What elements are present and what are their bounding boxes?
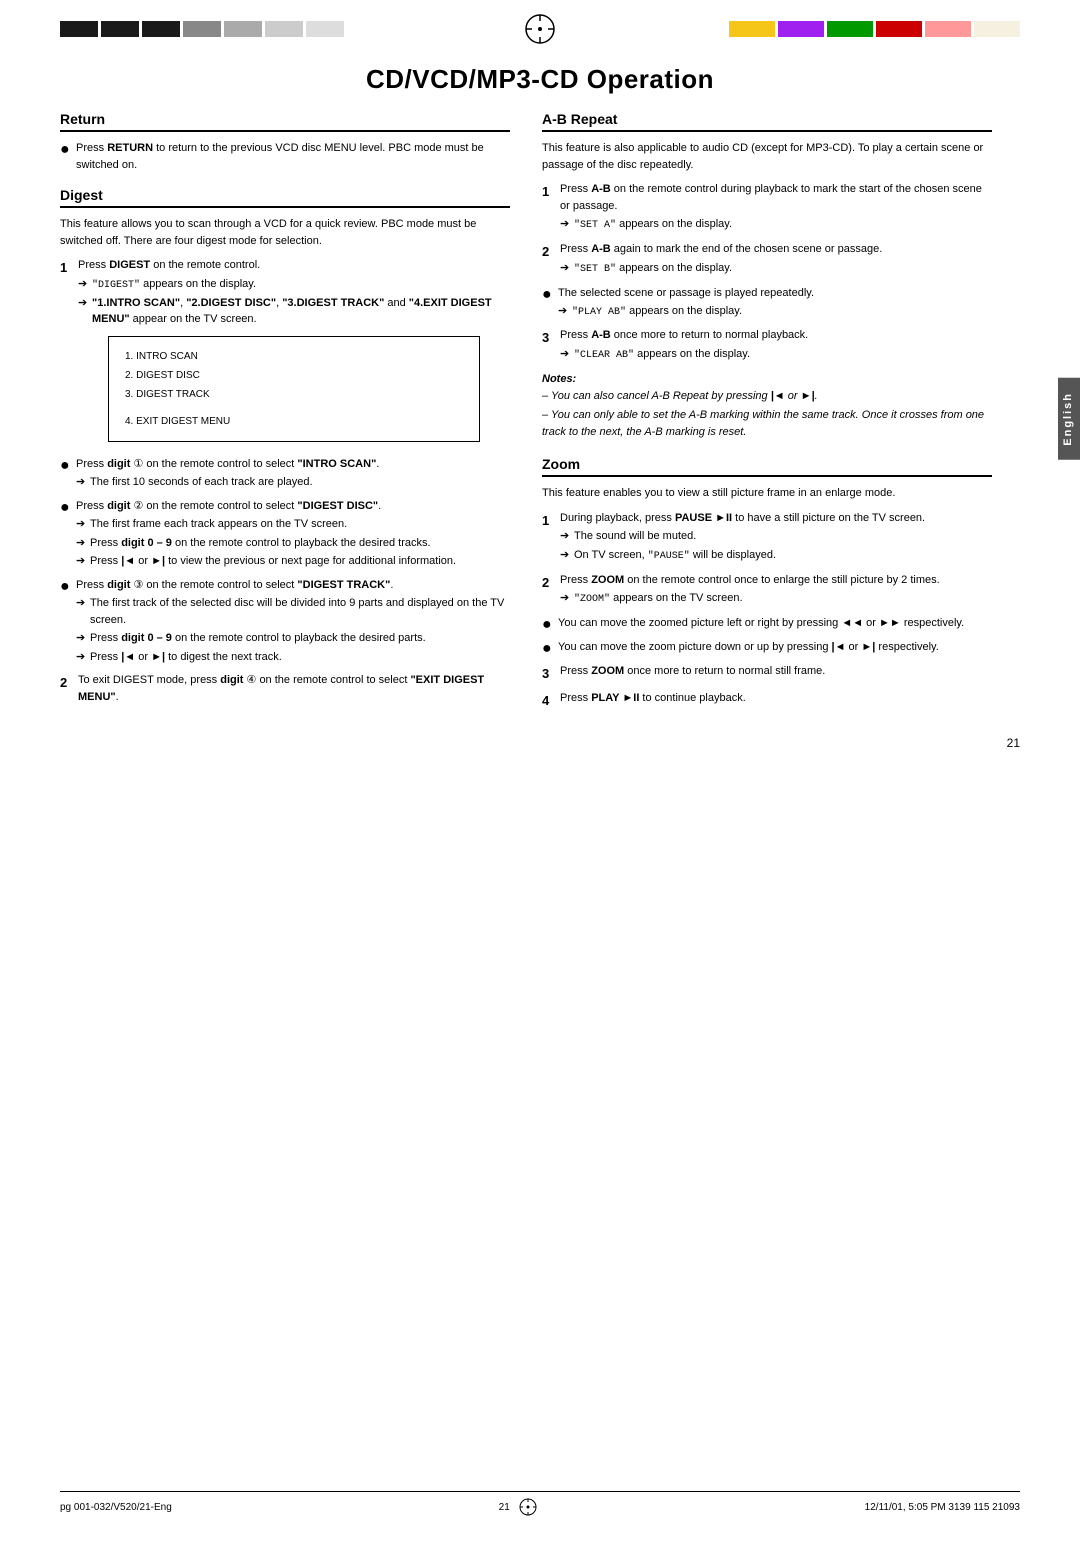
digest-section: Digest This feature allows you to scan t…: [60, 187, 510, 705]
step-num: 2: [542, 241, 560, 279]
digest-bullet2-arrow3: Press |◄ or ►| to view the previous or n…: [90, 553, 456, 570]
english-tab: English: [1058, 378, 1080, 460]
digest-title: Digest: [60, 187, 510, 208]
zoom-step1-text: During playback, press PAUSE ►II to have…: [560, 512, 925, 524]
step-num: 4: [542, 690, 560, 711]
ab-bullet1: The selected scene or passage is played …: [558, 285, 992, 323]
digest-bullet3-arrow3: Press |◄ or ►| to digest the next track.: [90, 649, 282, 666]
menu-item-4: 4. EXIT DIGEST MENU: [125, 412, 463, 431]
note1: – You can also cancel A-B Repeat by pres…: [542, 388, 992, 405]
ab-repeat-intro: This feature is also applicable to audio…: [542, 140, 992, 173]
bullet-icon: ●: [60, 577, 76, 596]
arrow-icon: ➔: [76, 649, 90, 666]
arrow-icon: ➔: [560, 216, 574, 233]
arrow-icon: ➔: [560, 260, 574, 277]
zoom-section: Zoom This feature enables you to view a …: [542, 456, 992, 710]
arrow-icon: ➔: [76, 595, 90, 628]
arrow-icon: ➔: [560, 547, 574, 564]
ab-step2-text: Press A-B again to mark the end of the c…: [560, 243, 882, 255]
ab-bullet1-arrow: "PLAY AB" appears on the display.: [572, 303, 742, 320]
digest-bullet2-arrow2: Press digit 0 – 9 on the remote control …: [90, 535, 431, 552]
step-num: 1: [542, 181, 560, 235]
digest-step2-text: To exit DIGEST mode, press digit ④ on th…: [78, 674, 484, 703]
digest-step1-arrow2: "1.INTRO SCAN", "2.DIGEST DISC", "3.DIGE…: [92, 295, 510, 328]
menu-item-3: 3. DIGEST TRACK: [125, 385, 463, 404]
digest-bullet3-arrow1: The first track of the selected disc wil…: [90, 595, 510, 628]
menu-box: 1. INTRO SCAN 2. DIGEST DISC 3. DIGEST T…: [108, 336, 480, 442]
step-num: 2: [542, 572, 560, 610]
arrow-icon: ➔: [560, 346, 574, 363]
bottom-bar: pg 001-032/V520/21-Eng 21 12/11/01, 5:05…: [60, 1491, 1020, 1517]
menu-item-2: 2. DIGEST DISC: [125, 366, 463, 385]
top-bar-left: [60, 21, 522, 37]
arrow-icon: ➔: [76, 553, 90, 570]
arrow-icon: ➔: [558, 303, 572, 320]
arrow-icon: ➔: [560, 528, 574, 545]
return-title: Return: [60, 111, 510, 132]
step-num: 2: [60, 672, 78, 705]
note2: – You can only able to set the A-B marki…: [542, 407, 992, 440]
notes-title: Notes:: [542, 373, 992, 385]
arrow-icon: ➔: [78, 276, 92, 293]
digest-bullet3-arrow2: Press digit 0 – 9 on the remote control …: [90, 630, 426, 647]
bottom-center-compass: 21: [499, 1497, 538, 1517]
ab-step1-text: Press A-B on the remote control during p…: [560, 183, 982, 212]
zoom-step1-arrow2: On TV screen, "PAUSE" will be displayed.: [574, 547, 776, 564]
bottom-page-num: 21: [499, 1502, 510, 1513]
digest-bullet1-arrow: The first 10 seconds of each track are p…: [90, 474, 313, 491]
page-title: CD/VCD/MP3-CD Operation: [60, 64, 1020, 95]
ab-step3-text: Press A-B once more to return to normal …: [560, 329, 808, 341]
step-num: 1: [60, 257, 78, 450]
bottom-right: 12/11/01, 5:05 PM 3139 115 21093: [865, 1502, 1020, 1513]
bullet-icon: ●: [542, 639, 558, 658]
top-bar-right: [558, 21, 1020, 37]
center-compass-icon: [522, 11, 558, 47]
bullet-icon: ●: [542, 285, 558, 304]
return-section: Return ● Press RETURN to return to the p…: [60, 111, 510, 173]
digest-bullet3: Press digit ③ on the remote control to s…: [76, 577, 510, 668]
ab-repeat-title: A-B Repeat: [542, 111, 992, 132]
arrow-icon: ➔: [76, 516, 90, 533]
arrow-icon: ➔: [560, 590, 574, 607]
step-num: 3: [542, 327, 560, 365]
notes-section: Notes: – You can also cancel A-B Repeat …: [542, 373, 992, 441]
zoom-step2-arrow: "ZOOM" appears on the TV screen.: [574, 590, 743, 607]
arrow-icon: ➔: [76, 474, 90, 491]
zoom-step4-text: Press PLAY ►II to continue playback.: [560, 692, 746, 704]
digest-bullet2: Press digit ② on the remote control to s…: [76, 498, 510, 572]
return-text: Press RETURN to return to the previous V…: [76, 140, 510, 173]
zoom-step2-text: Press ZOOM on the remote control once to…: [560, 574, 940, 586]
zoom-step1-arrow1: The sound will be muted.: [574, 528, 696, 545]
digest-step1-arrow1: "DIGEST" appears on the display.: [92, 276, 256, 293]
zoom-bullet2: You can move the zoom picture down or up…: [558, 639, 992, 656]
digest-step1-text: Press DIGEST on the remote control.: [78, 259, 260, 271]
bullet-icon: ●: [542, 615, 558, 634]
arrow-icon: ➔: [78, 295, 92, 328]
page-number-right: 21: [60, 736, 1020, 750]
zoom-title: Zoom: [542, 456, 992, 477]
ab-repeat-section: A-B Repeat This feature is also applicab…: [542, 111, 992, 440]
menu-item-1: 1. INTRO SCAN: [125, 347, 463, 366]
ab-step1-arrow: "SET A" appears on the display.: [574, 216, 732, 233]
step-num: 1: [542, 510, 560, 566]
bullet-icon: ●: [60, 140, 76, 159]
arrow-icon: ➔: [76, 630, 90, 647]
arrow-icon: ➔: [76, 535, 90, 552]
step-num: 3: [542, 663, 560, 684]
ab-step3-arrow: "CLEAR AB" appears on the display.: [574, 346, 750, 363]
digest-bullet1: Press digit ① on the remote control to s…: [76, 456, 510, 493]
bottom-left: pg 001-032/V520/21-Eng: [60, 1502, 172, 1513]
zoom-step3-text: Press ZOOM once more to return to normal…: [560, 665, 825, 677]
bullet-icon: ●: [60, 456, 76, 475]
ab-step2-arrow: "SET B" appears on the display.: [574, 260, 732, 277]
zoom-intro: This feature enables you to view a still…: [542, 485, 992, 502]
zoom-bullet1: You can move the zoomed picture left or …: [558, 615, 992, 632]
digest-bullet2-arrow1: The first frame each track appears on th…: [90, 516, 347, 533]
bullet-icon: ●: [60, 498, 76, 517]
digest-intro: This feature allows you to scan through …: [60, 216, 510, 249]
